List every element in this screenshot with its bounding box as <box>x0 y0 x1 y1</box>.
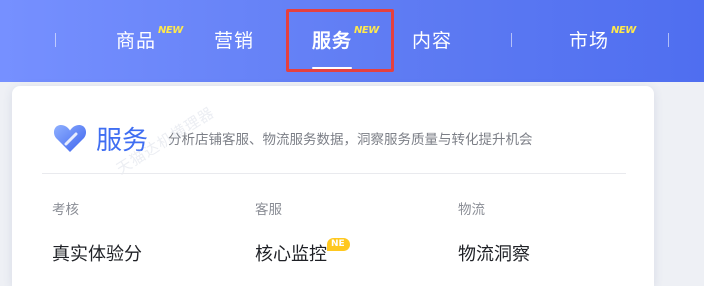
nav-item-label: 市场 <box>569 29 610 52</box>
column-logistics: 物流 物流洞察 <box>458 198 530 266</box>
column-heading: 客服 <box>255 202 282 218</box>
menu-item-label: 物流洞察 <box>458 244 530 265</box>
new-badge: NE <box>327 238 350 251</box>
new-badge: NEW <box>611 25 636 36</box>
menu-item-label: 核心监控 <box>255 244 327 265</box>
service-dropdown-panel: 服务 分析店铺客服、物流服务数据，洞察服务质量与转化提升机会 天猫达机横理器 考… <box>12 86 654 286</box>
menu-item-core-monitoring[interactable]: 核心监控 NE <box>255 238 350 266</box>
column-heading: 考核 <box>52 202 79 218</box>
menu-item-label: 真实体验分 <box>52 244 142 265</box>
panel-description: 分析店铺客服、物流服务数据，洞察服务质量与转化提升机会 <box>168 132 533 148</box>
nav-separator <box>511 33 512 47</box>
column-heading: 物流 <box>458 202 485 218</box>
new-badge: NEW <box>158 25 183 36</box>
nav-separator <box>668 33 669 47</box>
nav-separator <box>55 33 56 47</box>
divider <box>42 173 626 174</box>
column-customer-service: 客服 核心监控 NE <box>255 198 350 266</box>
nav-item-label: 商品 <box>116 29 157 52</box>
nav-item-label: 营销 <box>214 29 255 52</box>
top-navigation-bar: 商品 NEW 营销 服务 NEW 内容 市场 NEW <box>0 0 704 82</box>
nav-item-products[interactable]: 商品 NEW <box>116 22 183 56</box>
heart-icon <box>53 125 87 152</box>
nav-item-label: 内容 <box>412 29 453 52</box>
nav-item-market[interactable]: 市场 NEW <box>569 22 636 56</box>
menu-item-logistics-insight[interactable]: 物流洞察 <box>458 240 530 266</box>
highlight-box <box>286 9 394 72</box>
nav-item-marketing[interactable]: 营销 <box>214 22 254 56</box>
nav-item-content[interactable]: 内容 <box>412 22 452 56</box>
menu-item-real-experience-score[interactable]: 真实体验分 <box>52 240 142 266</box>
column-assessment: 考核 真实体验分 <box>52 198 142 266</box>
